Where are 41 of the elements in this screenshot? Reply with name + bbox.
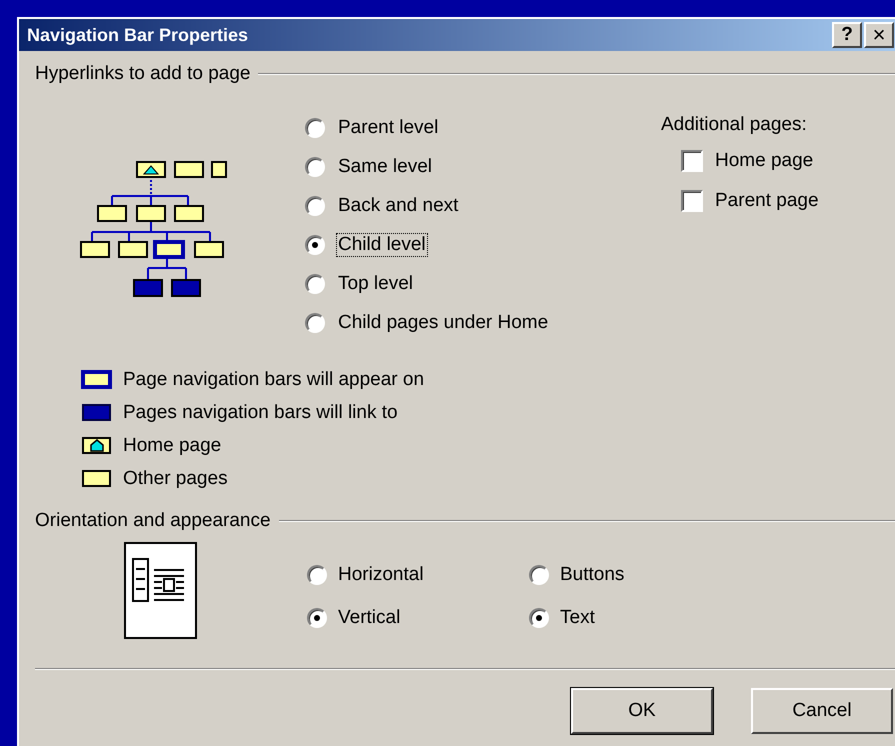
legend-label: Home page <box>123 435 222 457</box>
radio-label[interactable]: Child pages under Home <box>336 311 550 335</box>
radio-label[interactable]: Buttons <box>560 564 624 586</box>
radio-button[interactable] <box>305 118 325 138</box>
page-legend-icon <box>81 436 113 456</box>
checkbox-label[interactable]: Parent page <box>715 190 819 212</box>
radio-button[interactable] <box>307 608 327 628</box>
page-legend-icon <box>81 403 113 423</box>
radio-label[interactable]: Parent level <box>336 116 440 140</box>
legend-label: Page navigation bars will appear on <box>123 369 424 391</box>
legend-label: Other pages <box>123 468 228 490</box>
window-title: Navigation Bar Properties <box>27 24 248 46</box>
radio-label[interactable]: Vertical <box>338 607 400 629</box>
radio-button[interactable] <box>305 157 325 177</box>
checkbox[interactable] <box>681 190 703 212</box>
radio-label[interactable]: Back and next <box>336 194 460 218</box>
ok-button[interactable]: OK <box>571 688 713 734</box>
radio-button[interactable] <box>305 196 325 216</box>
radio-button[interactable] <box>307 565 327 585</box>
page-preview-icon <box>124 542 197 639</box>
radio-label[interactable]: Text <box>560 607 595 629</box>
radio-button[interactable] <box>529 565 549 585</box>
page-legend-icon <box>81 370 113 390</box>
radio-label[interactable]: Horizontal <box>338 564 424 586</box>
additional-pages-label: Additional pages: <box>661 114 808 136</box>
section-heading: Orientation and appearance <box>35 510 271 532</box>
checkbox[interactable] <box>681 150 703 172</box>
radio-button[interactable] <box>305 313 325 333</box>
section-heading: Hyperlinks to add to page <box>35 63 250 85</box>
cancel-button[interactable]: Cancel <box>751 688 893 734</box>
help-button[interactable]: ? <box>832 22 862 48</box>
radio-button[interactable] <box>305 274 325 294</box>
radio-button[interactable] <box>529 608 549 628</box>
page-legend-icon <box>81 469 113 489</box>
radio-label[interactable]: Child level <box>336 233 428 257</box>
checkbox-label[interactable]: Home page <box>715 150 814 172</box>
legend-label: Pages navigation bars will link to <box>123 402 398 424</box>
close-button[interactable]: × <box>864 22 894 48</box>
radio-button[interactable] <box>305 235 325 255</box>
radio-label[interactable]: Same level <box>336 155 434 179</box>
radio-label[interactable]: Top level <box>336 272 415 296</box>
